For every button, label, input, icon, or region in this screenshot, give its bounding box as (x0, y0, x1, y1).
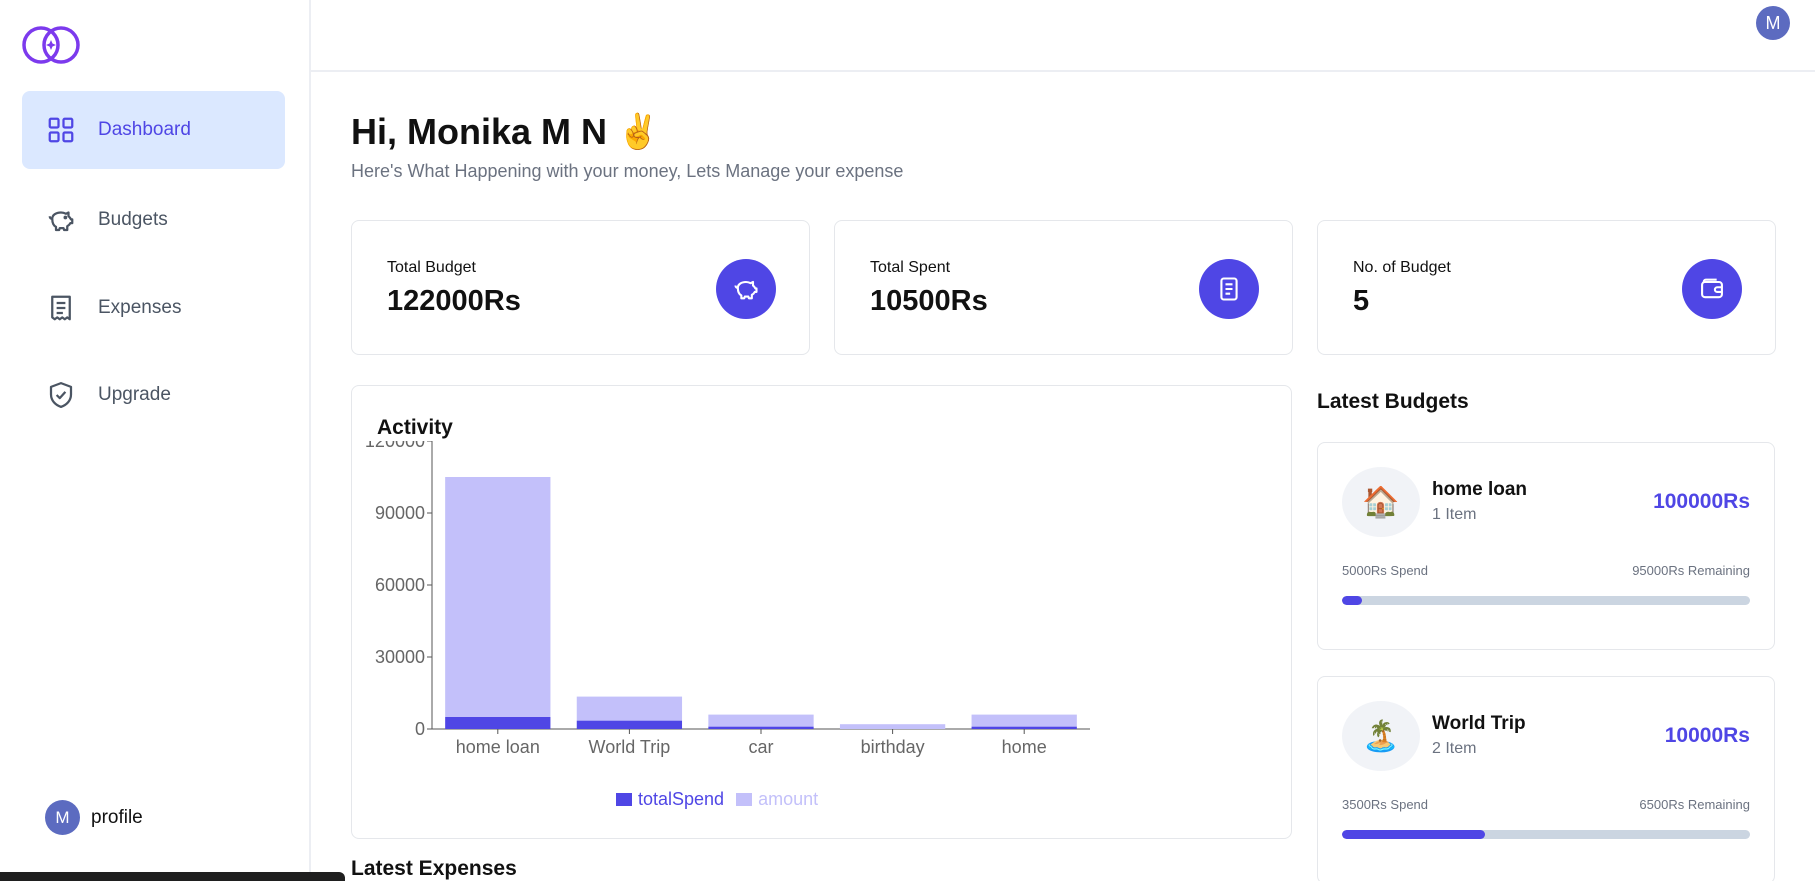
budget-progress-fill (1342, 596, 1363, 605)
island-emoji: 🏝️ (1342, 701, 1420, 771)
bar-amount (576, 696, 683, 721)
budget-name: home loan (1432, 479, 1528, 500)
sidebar-item-label: Dashboard (98, 119, 191, 140)
house-emoji: 🏠 (1342, 467, 1420, 537)
bar-amount (839, 724, 946, 729)
stat-card-total-spent: Total Spent 10500Rs (834, 220, 1293, 355)
legend-item-totalspend[interactable]: totalSpend (616, 789, 724, 810)
latest-budgets-title: Latest Budgets (1317, 390, 1469, 413)
bar-amount (708, 714, 814, 727)
budget-amount: 100000Rs (1653, 490, 1750, 513)
sidebar-item-label: Budgets (98, 209, 168, 230)
avatar: M (45, 800, 80, 835)
activity-card: Activity 0 30000 60000 90000 120000 home loan… (351, 385, 1292, 839)
grid-icon (48, 117, 74, 143)
legend-label: totalSpend (638, 789, 725, 809)
x-tick-label: car (748, 737, 773, 757)
activity-title: Activity (377, 416, 453, 439)
legend-swatch (616, 793, 632, 806)
y-tick-label: 0 (415, 719, 425, 739)
x-tick-label: World Trip (589, 737, 671, 757)
receipt-icon (1199, 259, 1259, 319)
budget-spend: 3500Rs Spend (1342, 797, 1429, 812)
stat-value: 122000Rs (387, 285, 521, 317)
budget-amount: 10000Rs (1664, 724, 1750, 747)
activity-bar-chart: 0 30000 60000 90000 120000 home loan World Tri… (365, 441, 1090, 757)
budget-name: World Trip (1432, 713, 1526, 734)
budget-card-world-trip[interactable]: 🏝️ World Trip 2 Item 10000Rs 3500Rs Spen… (1317, 676, 1775, 881)
bar-totalSpend (445, 717, 551, 729)
stat-label: Total Spent (870, 259, 951, 276)
bar-totalSpend (576, 720, 683, 729)
receipt-icon (51, 295, 71, 321)
user-avatar-button[interactable]: M (1756, 6, 1790, 40)
shield-check-icon (49, 382, 73, 408)
top-header: M (311, 0, 1815, 72)
wallet-icon (1682, 259, 1742, 319)
app-logo[interactable] (22, 22, 84, 68)
budget-progress-bar (1342, 830, 1750, 839)
budget-remaining: 6500Rs Remaining (1639, 797, 1750, 812)
budget-remaining: 95000Rs Remaining (1632, 563, 1750, 578)
stat-card-total-budget: Total Budget 122000Rs (351, 220, 810, 355)
budget-card-home-loan[interactable]: 🏠 home loan 1 Item 100000Rs 5000Rs Spend… (1317, 442, 1775, 650)
legend-item-amount[interactable]: amount (736, 789, 818, 810)
stat-value: 10500Rs (870, 285, 988, 317)
budget-item-count: 2 Item (1432, 740, 1477, 757)
latest-expenses-title: Latest Expenses (351, 857, 517, 880)
sidebar-item-expenses[interactable]: Expenses (22, 269, 285, 347)
stat-label: Total Budget (387, 259, 476, 276)
y-tick-label: 60000 (375, 575, 425, 595)
sidebar-item-budgets[interactable]: Budgets (22, 181, 285, 259)
sidebar-item-label: Upgrade (98, 384, 171, 405)
x-tick-label: home loan (456, 737, 540, 757)
x-tick-label: home (1002, 737, 1047, 757)
budget-progress-fill (1342, 830, 1485, 839)
page-subtitle: Here's What Happening with your money, L… (351, 161, 904, 181)
bar-amount (445, 477, 551, 717)
budget-progress-bar (1342, 596, 1750, 605)
sidebar-item-upgrade[interactable]: Upgrade (22, 356, 285, 434)
legend-swatch (736, 793, 753, 806)
budget-spend: 5000Rs Spend (1342, 563, 1429, 578)
sidebar: Dashboard Budgets Expenses Upgrade M pro… (0, 0, 311, 881)
sidebar-item-label: Expenses (98, 297, 182, 318)
piggy-bank-icon (48, 211, 74, 232)
y-tick-label: 90000 (375, 503, 425, 523)
y-tick-label: 120000 (365, 441, 425, 451)
bar-totalSpend (708, 726, 814, 729)
legend-label: amount (758, 789, 819, 809)
stat-label: No. of Budget (1353, 259, 1451, 276)
bar-totalSpend (971, 726, 1077, 729)
sidebar-item-dashboard[interactable]: Dashboard (22, 91, 285, 169)
x-tick-label: birthday (861, 737, 925, 757)
y-tick-label: 30000 (375, 647, 425, 667)
bottom-strip (0, 872, 345, 881)
budget-item-count: 1 Item (1432, 506, 1477, 523)
bar-amount (971, 714, 1077, 727)
stat-card-no-of-budget: No. of Budget 5 (1317, 220, 1776, 355)
greeting-text: Hi, Monika M N (351, 111, 608, 152)
profile-link[interactable]: M profile (45, 800, 143, 835)
page-title: Hi, Monika M N ✌️ (351, 111, 659, 153)
victory-hand-emoji: ✌️ (617, 113, 660, 151)
stat-value: 5 (1353, 285, 1370, 317)
chart-legend: totalSpend amount (616, 789, 830, 810)
profile-label: profile (91, 806, 143, 828)
piggy-bank-icon (716, 259, 776, 319)
